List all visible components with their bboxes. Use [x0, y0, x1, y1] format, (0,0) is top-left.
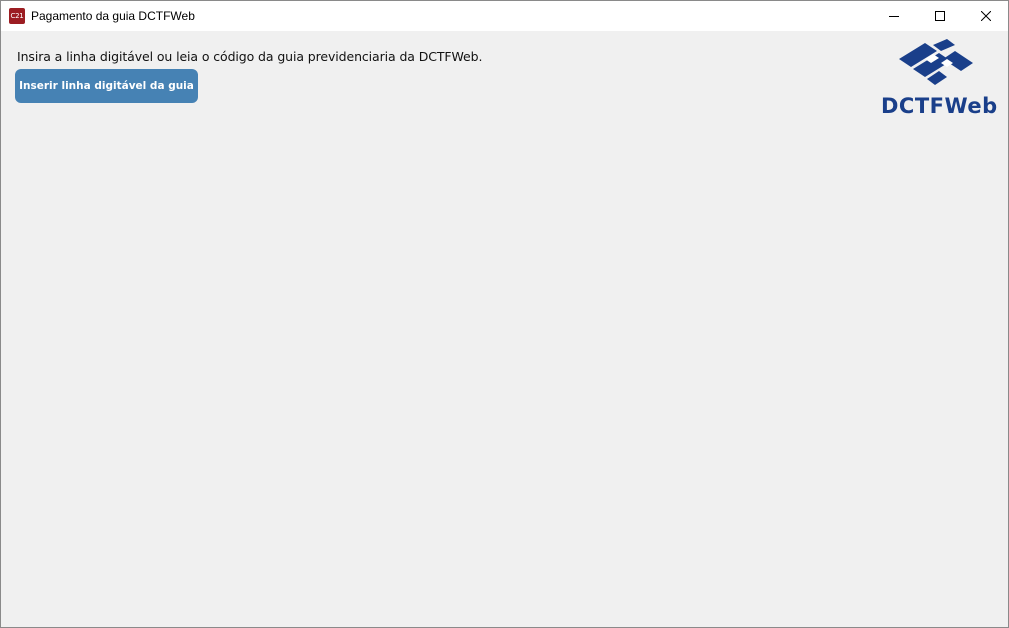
- app-window: C21 Pagamento da guia DCTFWeb Insira a l…: [0, 0, 1009, 628]
- title-bar[interactable]: C21 Pagamento da guia DCTFWeb: [1, 1, 1008, 31]
- minimize-icon: [889, 16, 899, 17]
- maximize-icon: [935, 11, 945, 21]
- minimize-button[interactable]: [871, 1, 917, 31]
- receita-federal-emblem-icon: [899, 39, 973, 85]
- close-icon: [981, 11, 991, 21]
- dctfweb-logo: DCTFWeb: [877, 39, 1003, 119]
- app-icon: C21: [9, 8, 25, 24]
- instruction-text: Insira a linha digitável ou leia o códig…: [17, 49, 483, 64]
- main-content: Insira a linha digitável ou leia o códig…: [1, 31, 1008, 627]
- insert-digitable-line-button[interactable]: Inserir linha digitável da guia: [15, 69, 198, 103]
- close-button[interactable]: [963, 1, 1008, 31]
- maximize-button[interactable]: [917, 1, 963, 31]
- window-title: Pagamento da guia DCTFWeb: [31, 9, 195, 23]
- logo-text: DCTFWeb: [881, 94, 998, 118]
